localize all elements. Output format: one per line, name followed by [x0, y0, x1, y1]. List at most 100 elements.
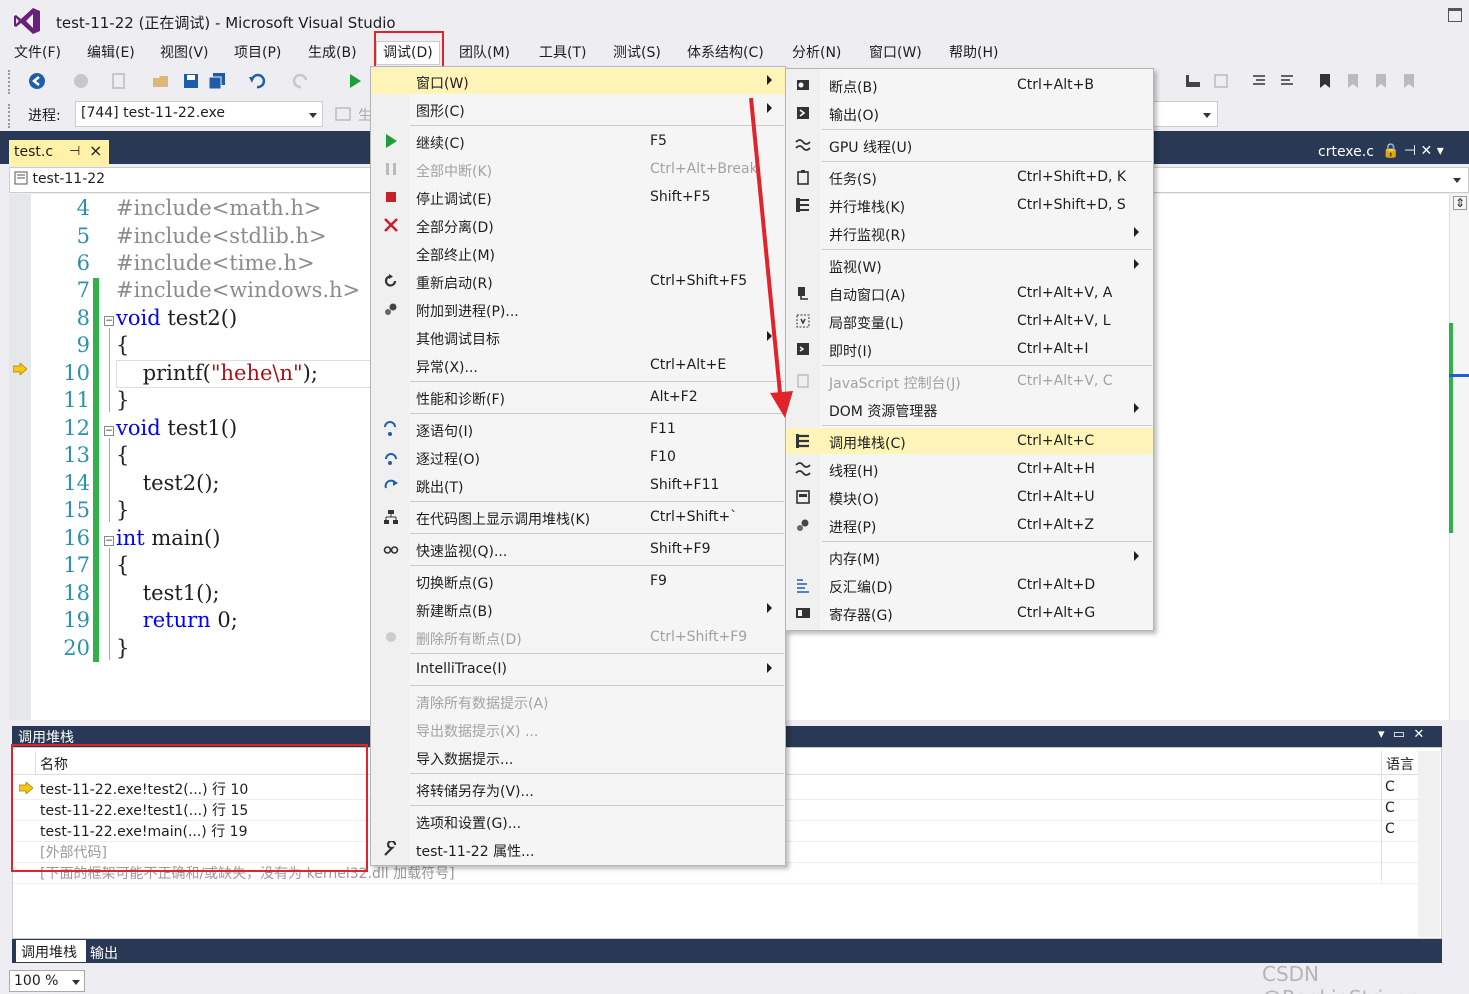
window-submenu-item-3[interactable]: GPU 线程(U) [786, 131, 1153, 159]
panel-window-controls[interactable]: ▾ ▭ ✕ [1378, 727, 1424, 742]
collapse-icon[interactable]: − [104, 316, 114, 326]
debug-menu-item-24[interactable]: 新建断点(B) [371, 595, 785, 623]
indicator-margin[interactable] [9, 194, 31, 720]
continue-icon[interactable] [346, 72, 364, 90]
code-line[interactable]: { [116, 333, 129, 357]
debug-menu-item-27[interactable]: IntelliTrace(I) [371, 655, 785, 683]
window-submenu-item-19[interactable]: 模块(O) Ctrl+Alt+U [786, 483, 1153, 511]
window-submenu-item-0[interactable]: 断点(B) Ctrl+Alt+B [786, 71, 1153, 99]
menu-help[interactable]: 帮助(H) [949, 42, 998, 62]
open-file-icon[interactable] [152, 72, 170, 90]
debug-menu-item-13[interactable]: 性能和诊断(F) Alt+F2 [371, 383, 785, 411]
call-stack-scrollbar[interactable] [1418, 751, 1440, 937]
tab-overflow-icons[interactable]: 🔒 ⊣ ✕ ▾ [1382, 143, 1444, 159]
pin-icon[interactable]: ⊣ [69, 144, 80, 159]
project-scope-dropdown[interactable]: test-11-22 [10, 168, 370, 192]
save-all-icon[interactable] [208, 72, 226, 90]
zoom-select[interactable]: 100 % [9, 970, 85, 992]
menu-edit[interactable]: 编辑(E) [87, 42, 135, 62]
debug-menu-item-35[interactable]: 选项和设置(G)... [371, 807, 785, 835]
menu-tools[interactable]: 工具(T) [539, 42, 586, 62]
code-line[interactable]: #include<stdlib.h> [116, 224, 327, 248]
window-submenu-item-10[interactable]: 自动窗口(A) Ctrl+Alt+V, A [786, 279, 1153, 307]
menu-window[interactable]: 窗口(W) [869, 42, 922, 62]
debug-menu-item-6[interactable]: 全部分离(D) [371, 211, 785, 239]
chevron-down-icon[interactable] [1453, 178, 1461, 183]
column-header-language[interactable]: 语言 [1386, 754, 1414, 774]
window-submenu-item-20[interactable]: 进程(P) Ctrl+Alt+Z [786, 511, 1153, 539]
collapse-icon[interactable]: − [104, 536, 114, 546]
debug-menu-item-0[interactable]: 窗口(W) [371, 67, 785, 95]
debug-menu-item-21[interactable]: 快速监视(Q)... Shift+F9 [371, 535, 785, 563]
code-line[interactable]: { [116, 553, 129, 577]
hex-display-icon[interactable] [1212, 72, 1230, 90]
window-submenu-item-7[interactable]: 并行监视(R) [786, 219, 1153, 247]
debug-menu-item-8[interactable]: 重新启动(R) Ctrl+Shift+F5 [371, 267, 785, 295]
window-submenu-item-22[interactable]: 内存(M) [786, 543, 1153, 571]
menu-file[interactable]: 文件(F) [14, 42, 61, 62]
clear-bookmarks-icon[interactable] [1400, 72, 1418, 90]
redo-icon[interactable] [292, 72, 310, 90]
toolbar-grip[interactable] [8, 70, 12, 94]
menu-project[interactable]: 项目(P) [234, 42, 281, 62]
code-line[interactable]: return 0; [116, 608, 238, 632]
menu-architecture[interactable]: 体系结构(C) [687, 42, 764, 62]
window-submenu-item-17[interactable]: 调用堆栈(C) Ctrl+Alt+C [786, 427, 1153, 455]
close-icon[interactable]: × [89, 141, 102, 160]
tab-call-stack[interactable]: 调用堆栈 [16, 940, 86, 962]
tab-test-c[interactable]: test.c ⊣ × [9, 140, 109, 166]
menu-test[interactable]: 测试(S) [613, 42, 661, 62]
code-line[interactable]: { [116, 443, 129, 467]
debug-menu-item-36[interactable]: test-11-22 属性... [371, 835, 785, 863]
uncomment-icon[interactable] [1278, 72, 1296, 90]
code-line[interactable]: } [116, 636, 129, 660]
tab-crtexe-c[interactable]: crtexe.c [1318, 144, 1374, 160]
window-submenu-item-15[interactable]: DOM 资源管理器 [786, 395, 1153, 423]
code-line[interactable]: #include<time.h> [116, 251, 315, 275]
window-submenu-item-24[interactable]: 寄存器(G) Ctrl+Alt+G [786, 599, 1153, 627]
code-line[interactable]: #include<math.h> [116, 196, 322, 220]
stack-frame-select[interactable] [1152, 101, 1218, 127]
comment-icon[interactable] [1250, 72, 1268, 90]
debug-menu-item-5[interactable]: 停止调试(E) Shift+F5 [371, 183, 785, 211]
window-submenu-item-12[interactable]: 即时(I) Ctrl+Alt+I [786, 335, 1153, 363]
new-project-icon[interactable] [110, 72, 128, 90]
window-submenu-item-1[interactable]: 输出(O) [786, 99, 1153, 127]
debug-menu-item-1[interactable]: 图形(C) [371, 95, 785, 123]
debug-menu-item-3[interactable]: 继续(C) F5 [371, 127, 785, 155]
window-submenu-item-11[interactable]: 局部变量(L) Ctrl+Alt+V, L [786, 307, 1153, 335]
forward-icon[interactable] [72, 72, 90, 90]
lifecycle-events-icon[interactable] [334, 105, 352, 123]
show-next-statement-icon[interactable] [1184, 72, 1202, 90]
tab-output[interactable]: 输出 [90, 943, 118, 963]
code-line[interactable]: printf("hehe\n"); [116, 361, 318, 385]
debug-menu-item-9[interactable]: 附加到进程(P)... [371, 295, 785, 323]
debug-menu-item-19[interactable]: 在代码图上显示调用堆栈(K) Ctrl+Shift+` [371, 503, 785, 531]
debug-menu-item-29[interactable]: 清除所有数据提示(A) [371, 687, 785, 715]
window-submenu-item-5[interactable]: 任务(S) Ctrl+Shift+D, K [786, 163, 1153, 191]
code-line[interactable]: void test2() [116, 306, 237, 330]
process-select[interactable]: [744] test-11-22.exe [75, 101, 323, 127]
debug-menu-item-33[interactable]: 将转储另存为(V)... [371, 775, 785, 803]
window-submenu-item-9[interactable]: 监视(W) [786, 251, 1153, 279]
undo-icon[interactable] [248, 72, 266, 90]
debug-menu-item-15[interactable]: 逐语句(I) F11 [371, 415, 785, 443]
debug-menu-item-30[interactable]: 导出数据提示(X) ... [371, 715, 785, 743]
toolbar-grip-2[interactable] [8, 104, 12, 128]
code-line[interactable]: test1(); [116, 581, 220, 605]
restore-window-icon[interactable] [1448, 8, 1462, 22]
save-icon[interactable] [182, 72, 200, 90]
code-line[interactable]: } [116, 388, 129, 412]
menu-team[interactable]: 团队(M) [459, 42, 510, 62]
bookmark-icon[interactable] [1316, 72, 1334, 90]
debug-menu-item-11[interactable]: 异常(X)... Ctrl+Alt+E [371, 351, 785, 379]
code-line[interactable]: int main() [116, 526, 220, 550]
code-line[interactable]: #include<windows.h> [116, 278, 360, 302]
debug-menu-item-16[interactable]: 逐过程(O) F10 [371, 443, 785, 471]
code-line[interactable]: void test1() [116, 416, 237, 440]
next-bookmark-icon[interactable] [1372, 72, 1390, 90]
menu-analyze[interactable]: 分析(N) [792, 42, 841, 62]
window-submenu-item-14[interactable]: JavaScript 控制台(J) Ctrl+Alt+V, C [786, 367, 1153, 395]
menu-build[interactable]: 生成(B) [308, 42, 357, 62]
back-icon[interactable] [28, 72, 46, 90]
